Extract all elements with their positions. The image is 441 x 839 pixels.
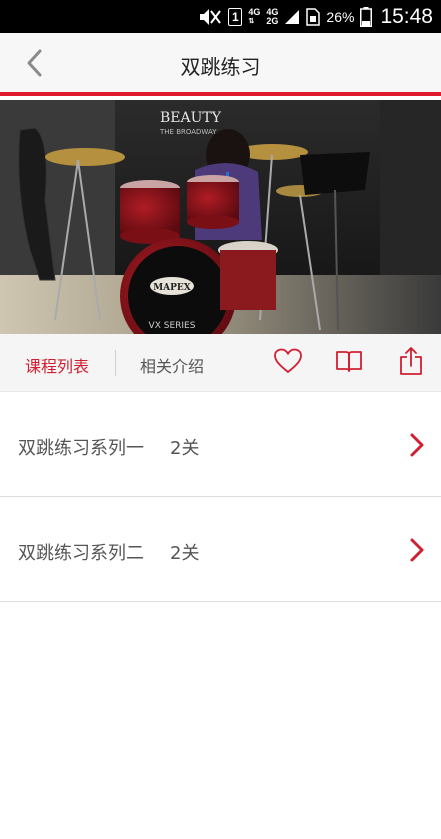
network-type-icon: 4G ⇅ — [248, 6, 261, 25]
list-item[interactable]: 双跳练习系列一 2关 — [0, 392, 441, 497]
battery-icon — [360, 6, 373, 28]
network-type-2-icon: 4G 2G — [266, 6, 279, 26]
sim-card-icon — [306, 6, 321, 28]
app-header: 双跳练习 — [0, 33, 441, 96]
book-icon — [335, 349, 363, 377]
page-title: 双跳练习 — [180, 55, 261, 79]
course-name: 双跳练习系列一 — [18, 438, 144, 459]
favorite-button[interactable] — [273, 348, 303, 378]
tab-introduction[interactable]: 相关介绍 — [140, 353, 204, 377]
notes-button[interactable] — [334, 348, 364, 378]
drum-brand: MAPEX — [153, 283, 191, 293]
course-level-count: 2关 — [170, 438, 200, 459]
signal-icon — [284, 6, 300, 28]
backdrop-subtext: THE BROADWAY — [159, 128, 217, 136]
chevron-right-icon — [407, 432, 427, 458]
list-item[interactable]: 双跳练习系列二 2关 — [0, 497, 441, 602]
chevron-right-icon — [407, 537, 427, 563]
sim-slot-icon: 1 — [228, 7, 243, 26]
tab-bar: 课程列表 相关介绍 — [0, 334, 441, 392]
battery-percent: 26% — [326, 8, 355, 25]
clock: 15:48 — [380, 4, 433, 28]
share-button[interactable] — [396, 346, 426, 380]
tab-course-list[interactable]: 课程列表 — [25, 353, 89, 377]
course-list: 双跳练习系列一 2关 双跳练习系列二 2关 — [0, 392, 441, 602]
status-bar: 1 4G ⇅ 4G 2G 26% 15:48 — [0, 0, 441, 33]
share-icon — [399, 346, 423, 380]
tab-divider — [115, 350, 116, 376]
heart-icon — [274, 348, 302, 378]
course-name: 双跳练习系列二 — [18, 543, 144, 564]
drum-model: VX SERIES — [149, 321, 196, 331]
course-level-count: 2关 — [170, 543, 200, 564]
lesson-video[interactable]: BEAUTY THE BROADWAY MAPEX VX SERIES — [0, 100, 441, 334]
drum-kit-photo: BEAUTY THE BROADWAY MAPEX VX SERIES — [0, 100, 441, 334]
mute-icon — [196, 6, 222, 28]
backdrop-text: BEAUTY — [160, 110, 222, 126]
